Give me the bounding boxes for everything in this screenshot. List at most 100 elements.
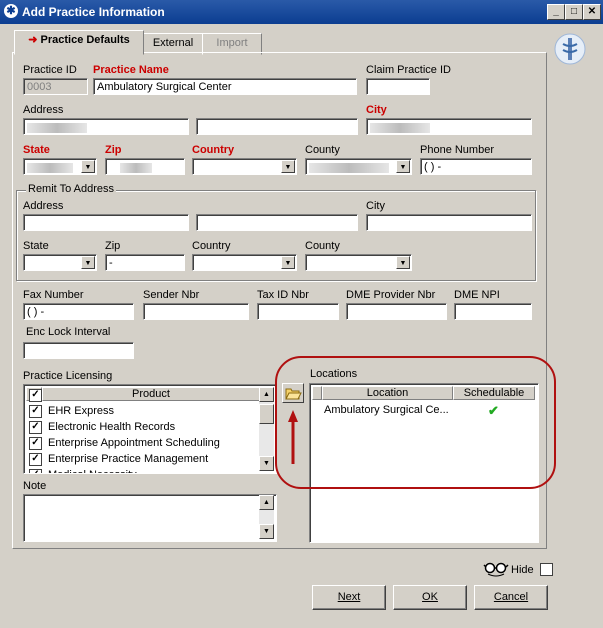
tab-practice-defaults[interactable]: ➜ Practice Defaults [14,30,144,55]
remit-to-label: Remit To Address [26,183,117,195]
phone-number-input[interactable]: ( ) - [420,158,532,175]
annotation-highlight-oval [275,356,556,489]
redacted-text [27,163,73,173]
title-bar: ✱ Add Practice Information _ □ ✕ [0,0,603,24]
select-all-header[interactable]: ✓ [26,387,42,402]
next-button[interactable]: Next [312,585,386,610]
county-select[interactable]: ▼ [305,158,412,175]
note-label: Note [23,480,47,492]
zip-label: Zip [105,144,122,156]
claim-practice-id-input[interactable] [366,78,430,95]
licensing-row[interactable]: ✓ EHR Express [26,403,259,419]
city-label: City [366,104,387,116]
practice-id-input[interactable]: 0003 [23,78,88,95]
remit-city-label: City [366,200,385,212]
scroll-up-icon[interactable]: ▲ [259,387,274,402]
practice-licensing-label: Practice Licensing [23,370,113,382]
remit-address-line1-input[interactable] [23,214,189,231]
remit-country-select[interactable]: ▼ [192,254,297,271]
remit-city-input[interactable] [366,214,532,231]
hide-glasses-icon [483,559,509,577]
tax-id-label: Tax ID Nbr [257,289,309,301]
sender-nbr-label: Sender Nbr [143,289,200,301]
phone-number-label: Phone Number [420,144,494,156]
remit-state-label: State [23,240,49,252]
tax-id-input[interactable] [257,303,339,320]
redacted-text [309,163,389,173]
dme-provider-input[interactable] [346,303,447,320]
checkbox[interactable]: ✓ [29,437,42,450]
chevron-down-icon[interactable]: ▼ [396,160,410,173]
fax-number-label: Fax Number [23,289,84,301]
enc-lock-interval-label: Enc Lock Interval [26,326,111,338]
licensing-scrollbar[interactable]: ▲ ▼ [259,387,274,471]
licensing-row[interactable]: ✓ Enterprise Practice Management [26,451,259,467]
checkbox[interactable]: ✓ [29,453,42,466]
city-input[interactable] [366,118,532,135]
close-button[interactable]: ✕ [583,4,601,20]
remit-zip-label: Zip [105,240,121,252]
enc-lock-interval-input[interactable] [23,342,134,359]
ok-button[interactable]: OK [393,585,467,610]
zip-input[interactable] [105,158,185,175]
cancel-button[interactable]: Cancel [474,585,548,610]
country-select[interactable]: ▼ [192,158,297,175]
remit-country-label: Country [192,240,231,252]
minimize-button[interactable]: _ [547,4,565,20]
fax-number-input[interactable]: ( ) - [23,303,134,320]
remit-county-select[interactable]: ▼ [305,254,412,271]
remit-county-label: County [305,240,340,252]
redacted-text [370,123,430,133]
chevron-down-icon[interactable]: ▼ [81,160,95,173]
licensing-row[interactable]: ✓ Medical Necessity [26,467,259,473]
country-label: Country [192,144,235,156]
chevron-down-icon[interactable]: ▼ [281,256,295,269]
licensing-row[interactable]: ✓ Enterprise Appointment Scheduling [26,435,259,451]
scroll-thumb[interactable] [259,404,274,424]
remit-address-label: Address [23,200,64,212]
product-name: Enterprise Appointment Scheduling [48,437,220,449]
product-column-header[interactable]: Product [42,387,260,401]
scroll-up-icon[interactable]: ▲ [259,495,274,510]
sender-nbr-input[interactable] [143,303,249,320]
window-title: Add Practice Information [22,5,165,19]
scroll-down-icon[interactable]: ▼ [259,456,274,471]
remit-zip-input[interactable]: - [105,254,185,271]
chevron-down-icon[interactable]: ▼ [81,256,95,269]
maximize-button[interactable]: □ [565,4,583,20]
product-name: Enterprise Practice Management [48,453,209,465]
practice-name-label: Practice Name [93,64,169,76]
down-arrow-icon: ➜ [28,34,38,46]
remit-address-line2-input[interactable] [196,214,358,231]
hide-label: Hide [511,564,534,576]
scroll-down-icon[interactable]: ▼ [259,524,274,539]
product-name: Electronic Health Records [48,421,176,433]
chevron-down-icon[interactable]: ▼ [396,256,410,269]
practice-name-input[interactable]: Ambulatory Surgical Center [93,78,357,95]
state-label: State [23,144,50,156]
address-line2-input[interactable] [196,118,358,135]
dme-provider-label: DME Provider Nbr [346,289,436,301]
checkbox[interactable]: ✓ [29,389,42,402]
note-textarea[interactable]: ▲ ▼ [23,494,277,542]
chevron-down-icon[interactable]: ▼ [281,160,295,173]
checkbox[interactable]: ✓ [29,421,42,434]
state-select[interactable]: ▼ [23,158,97,175]
claim-practice-id-label: Claim Practice ID [366,64,451,76]
practice-id-label: Practice ID [23,64,77,76]
remit-state-select[interactable]: ▼ [23,254,97,271]
note-scrollbar[interactable]: ▲ ▼ [259,495,274,539]
checkbox[interactable]: ✓ [29,469,42,473]
app-icon: ✱ [4,4,18,18]
county-label: County [305,144,340,156]
medical-logo-icon [553,32,587,66]
product-name: Medical Necessity [48,469,137,473]
address-label: Address [23,104,64,116]
dme-npi-input[interactable] [454,303,532,320]
hide-checkbox[interactable] [540,563,553,576]
checkbox[interactable]: ✓ [29,405,42,418]
licensing-list[interactable]: ✓ Product ✓ EHR Express ✓ Electronic Health… [23,384,277,474]
product-name: EHR Express [48,405,115,417]
address-line1-input[interactable] [23,118,189,135]
licensing-row[interactable]: ✓ Electronic Health Records [26,419,259,435]
